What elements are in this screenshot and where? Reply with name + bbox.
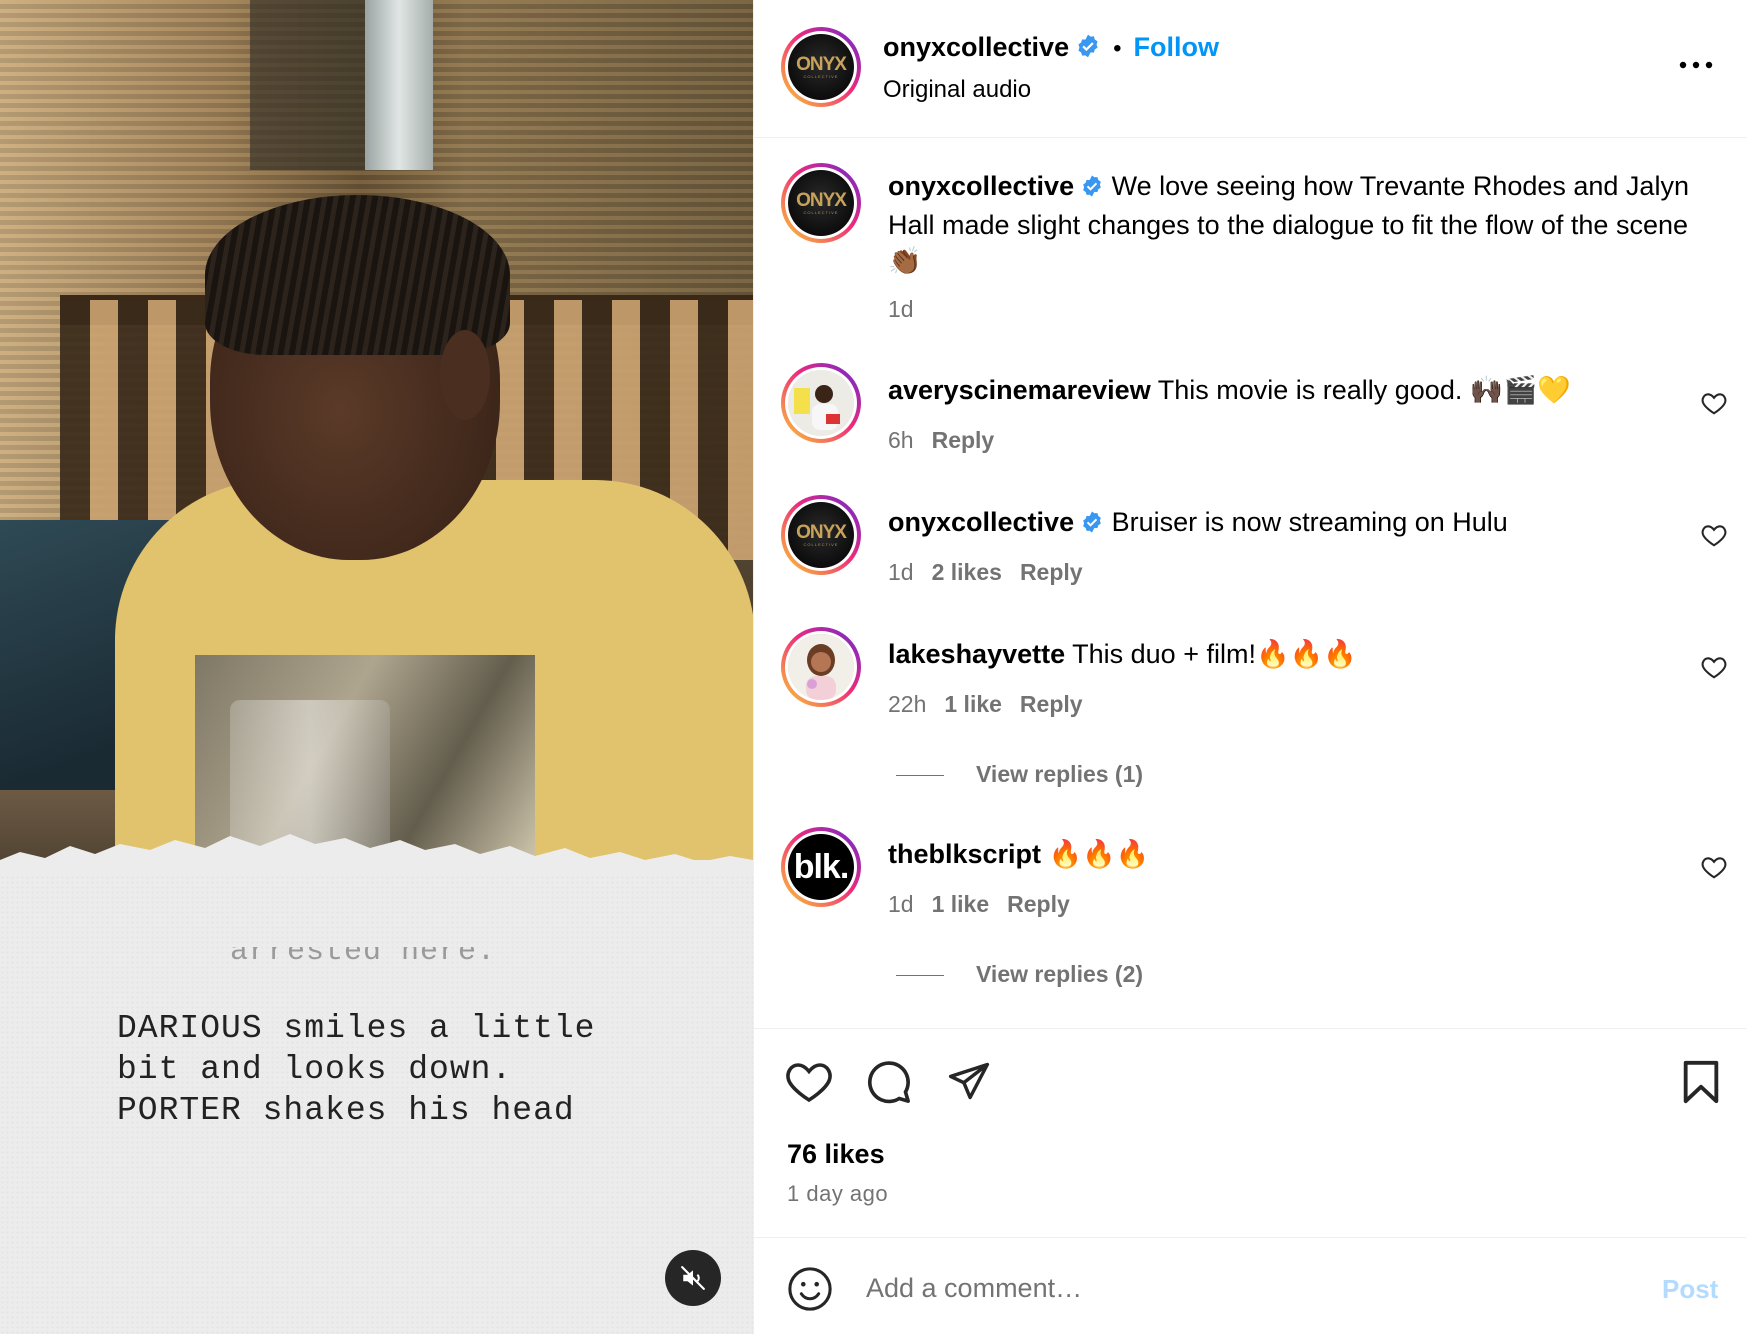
caption-username[interactable]: onyxcollective [888, 171, 1074, 201]
likes-count[interactable]: 76 likes [787, 1139, 885, 1170]
comment-age: 6h [888, 427, 914, 453]
reply-button[interactable]: Reply [1020, 559, 1083, 585]
reviewer-photo [788, 370, 854, 436]
comment-avatar[interactable]: blk. [781, 827, 861, 907]
reply-button[interactable]: Reply [932, 427, 995, 453]
comment: theblkscript 🔥🔥🔥 [888, 836, 1648, 872]
mute-toggle-button[interactable] [665, 1250, 721, 1306]
avatar-logo-subtext: COLLECTIVE [803, 73, 839, 79]
comment-likes[interactable]: 2 likes [932, 559, 1002, 585]
comment-text: Bruiser is now streaming on Hulu [1111, 507, 1508, 537]
avatar-logo-text: blk. [793, 847, 850, 886]
ellipsis-icon [1679, 61, 1713, 69]
add-comment-bar: Post [754, 1237, 1746, 1334]
comment-username[interactable]: onyxcollective [888, 507, 1074, 537]
author-username[interactable]: onyxcollective [883, 32, 1069, 62]
video-frame [0, 0, 753, 930]
comment-username[interactable]: theblkscript [888, 839, 1041, 869]
reply-button[interactable]: Reply [1007, 891, 1070, 917]
author-avatar[interactable]: ONYX COLLECTIVE [781, 27, 861, 107]
comment-likes[interactable]: 1 like [944, 691, 1002, 717]
comment-avatar[interactable]: ONYX COLLECTIVE [781, 495, 861, 575]
comment-username[interactable]: averyscinemareview [888, 375, 1151, 405]
comment-button[interactable] [866, 1059, 912, 1110]
comment-text: 🔥🔥🔥 [1048, 839, 1150, 869]
comment-age: 22h [888, 691, 927, 717]
bookmark-icon [1683, 1060, 1719, 1104]
torn-paper-edge [0, 834, 753, 876]
like-comment-button[interactable] [1701, 655, 1727, 684]
post-caption: onyxcollective We love seeing how Trevan… [888, 168, 1708, 279]
more-options-button[interactable] [1678, 58, 1714, 76]
caption-age: 1d [888, 296, 914, 322]
follow-button[interactable]: Follow [1134, 32, 1219, 62]
avatar-logo-text: ONYX [796, 189, 847, 211]
script-paper-overlay: arrested here. DARIOUS smiles a little b… [0, 834, 753, 1334]
speech-bubble-icon [868, 1061, 910, 1104]
reply-button[interactable]: Reply [1020, 691, 1083, 717]
avatar-logo-subtext: COLLECTIVE [803, 541, 839, 547]
comment-meta: 1d 1 like Reply [888, 891, 1070, 918]
comment-avatar[interactable] [781, 627, 861, 707]
smiley-face-icon [788, 1267, 832, 1311]
heart-outline-icon [1701, 857, 1727, 879]
post-header: ONYX COLLECTIVE onyxcollective • Follow Or… [754, 0, 1746, 138]
post-age: 1 day ago [787, 1181, 889, 1206]
audio-link[interactable]: Original audio [883, 76, 1031, 104]
speaker-muted-icon [681, 1266, 705, 1290]
comment-age: 1d [888, 891, 914, 917]
comment-avatar[interactable] [781, 363, 861, 443]
heart-outline-icon [1701, 525, 1727, 547]
post-comment-button[interactable]: Post [1662, 1274, 1718, 1305]
comment-text: This movie is really good. 🙌🏿🎬💛 [1157, 375, 1571, 405]
avatar-logo-subtext: COLLECTIVE [803, 209, 839, 215]
like-comment-button[interactable] [1701, 855, 1727, 884]
reply-thread-line [896, 975, 944, 977]
comment-age: 1d [888, 559, 914, 585]
comment-meta: 22h 1 like Reply [888, 691, 1083, 718]
view-replies-label: View replies (1) [976, 761, 1144, 787]
comment-username[interactable]: lakeshayvette [888, 639, 1065, 669]
commenter-photo [788, 634, 854, 700]
avatar-logo-text: ONYX [796, 53, 847, 75]
avatar-logo-text: ONYX [796, 521, 847, 543]
post-actions: 76 likes 1 day ago [754, 1028, 1746, 1238]
comment-text: This duo + film!🔥🔥🔥 [1072, 639, 1357, 669]
reel-video[interactable]: arrested here. DARIOUS smiles a little b… [0, 0, 753, 1334]
save-button[interactable] [1681, 1059, 1721, 1110]
comment: lakeshayvette This duo + film!🔥🔥🔥 [888, 636, 1648, 672]
heart-outline-icon [1701, 393, 1727, 415]
caption-avatar[interactable]: ONYX COLLECTIVE [781, 163, 861, 243]
separator-dot: • [1113, 35, 1122, 62]
comment-meta: 6h Reply [888, 427, 994, 454]
comment-input[interactable] [866, 1268, 1626, 1308]
like-comment-button[interactable] [1701, 391, 1727, 420]
verified-badge-icon [1080, 171, 1104, 207]
verified-badge-icon [1075, 33, 1101, 64]
emoji-picker-button[interactable] [787, 1266, 833, 1317]
comment-likes[interactable]: 1 like [932, 891, 990, 917]
share-button[interactable] [946, 1059, 992, 1108]
heart-outline-icon [786, 1063, 832, 1103]
like-comment-button[interactable] [1701, 523, 1727, 552]
like-button[interactable] [785, 1059, 833, 1108]
heart-outline-icon [1701, 657, 1727, 679]
comment: onyxcollective Bruiser is now streaming … [888, 504, 1648, 543]
verified-badge-icon [1080, 507, 1104, 543]
script-partial-line: arrested here. [230, 935, 497, 969]
script-text: DARIOUS smiles a little bit and looks do… [117, 1010, 596, 1129]
paper-plane-icon [948, 1062, 990, 1100]
post-details-panel: ONYX COLLECTIVE onyxcollective • Follow Or… [753, 0, 1746, 1334]
comment-meta: 1d 2 likes Reply [888, 559, 1083, 586]
comment: averyscinemareview This movie is really … [888, 372, 1648, 408]
reply-thread-line [896, 775, 944, 777]
view-replies-button[interactable]: View replies (2) [896, 961, 1143, 988]
view-replies-button[interactable]: View replies (1) [896, 761, 1143, 788]
view-replies-label: View replies (2) [976, 961, 1144, 987]
